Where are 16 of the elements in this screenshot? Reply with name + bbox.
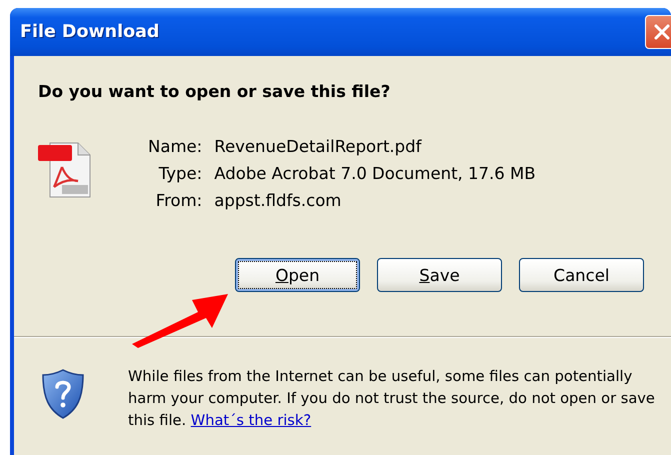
field-label: From: [154,191,202,210]
shield-question-icon [41,368,85,420]
close-icon [652,22,671,42]
field-label: Type: [158,164,202,183]
dialog-button[interactable]: Open [235,258,360,292]
field-value: appst.fldfs.com [214,191,342,210]
risk-link[interactable]: What´s the risk? [190,412,312,429]
question-text: Do you want to open or save this file? [37,81,392,101]
field-value: Adobe Acrobat 7.0 Document, 17.6 MB [214,164,536,183]
warning-text: While files from the Internet can be useful, some files can potentially harm your computer. If you do not trust the source, do not open or save this file. What´s the risk? [128,367,656,431]
field-label: Name: [148,137,202,156]
window-title: File Download [20,22,160,42]
close-button[interactable] [645,15,671,49]
dialog-button[interactable]: Cancel [519,258,644,292]
field-value: RevenueDetailReport.pdf [214,137,423,156]
dialog-button[interactable]: Save [377,258,502,292]
